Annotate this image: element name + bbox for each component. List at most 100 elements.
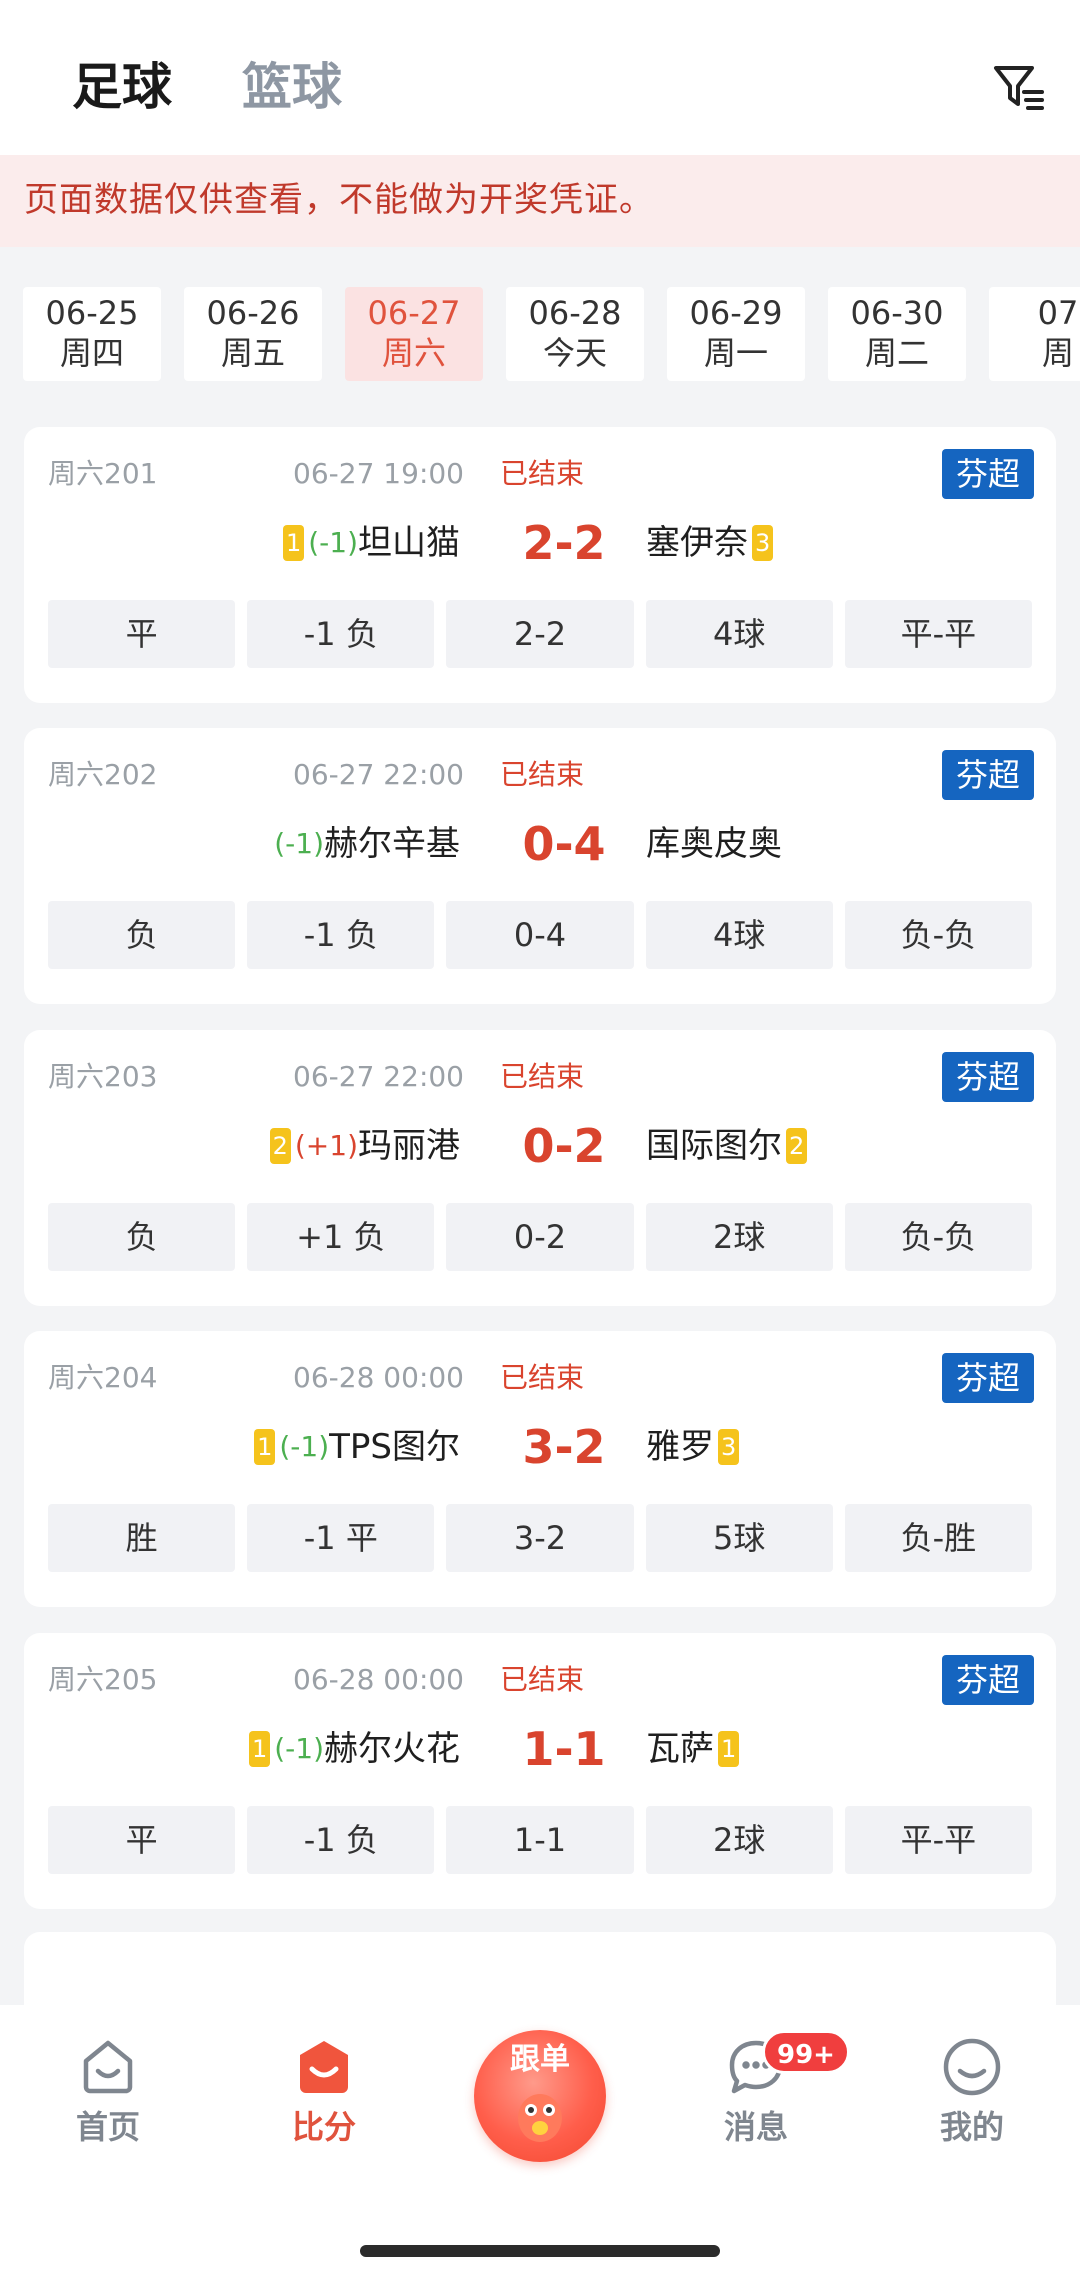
date-label: 06-29 — [689, 294, 783, 332]
date-label: 06-28 — [528, 294, 622, 332]
match-card[interactable]: 周六202 06-27 22:00 已结束 芬超 (-1) 赫尔辛基 0-4 库… — [24, 728, 1056, 1004]
away-team: 库奥皮奥 — [646, 816, 782, 872]
date-label: 06-25 — [45, 294, 139, 332]
away-team: 国际图尔 2 — [646, 1118, 811, 1174]
home-handicap: (-1) — [308, 526, 358, 559]
nav-home[interactable]: 首页 — [28, 2035, 188, 2147]
match-time: 06-28 00:00 — [293, 1663, 464, 1696]
match-status: 已结束 — [500, 457, 585, 490]
follow-mascot-icon — [518, 2094, 562, 2142]
teams-row: (-1) 赫尔辛基 0-4 库奥皮奥 — [24, 816, 1056, 872]
date-label: 07 — [1037, 294, 1079, 332]
match-time: 06-28 00:00 — [293, 1361, 464, 1394]
date-item[interactable]: 06-25 周四 — [23, 287, 161, 381]
league-badge: 芬超 — [941, 1655, 1034, 1705]
home-handicap: (-1) — [279, 1430, 330, 1463]
match-time: 06-27 22:00 — [293, 1060, 464, 1093]
away-rank-badge: 3 — [752, 525, 774, 561]
teams-row: 2 (+1) 玛丽港 0-2 国际图尔 2 — [24, 1118, 1056, 1174]
date-selector: 06-25 周四 06-26 周五 06-27 周六 06-28 今天 06-2… — [0, 287, 1080, 381]
result-cell: 负 — [48, 901, 236, 969]
match-card-partial[interactable] — [24, 1932, 1056, 2012]
result-cell: 负-负 — [844, 1203, 1033, 1271]
profile-icon — [943, 2038, 1001, 2096]
teams-row: 1 (-1) TPS图尔 3-2 雅罗 3 — [24, 1419, 1056, 1475]
date-label: 06-27 — [367, 294, 461, 332]
result-cell: 平 — [48, 1806, 236, 1874]
home-handicap: (-1) — [274, 827, 324, 860]
weekday-label: 今天 — [542, 334, 607, 372]
message-count-badge: 99+ — [762, 2030, 850, 2074]
away-team-name: 雅罗 — [646, 1427, 714, 1467]
date-item[interactable]: 06-30 周二 — [828, 287, 966, 381]
match-card[interactable]: 周六204 06-28 00:00 已结束 芬超 1 (-1) TPS图尔 3-… — [24, 1331, 1056, 1607]
match-number: 周六205 — [48, 1663, 158, 1696]
result-cell: 5球 — [645, 1504, 833, 1572]
match-card[interactable]: 周六201 06-27 19:00 已结束 芬超 1 (-1) 坦山猫 2-2 … — [24, 427, 1056, 703]
result-cell: 负 — [48, 1203, 236, 1271]
result-cell: -1 负 — [247, 1806, 435, 1874]
league-badge: 芬超 — [941, 750, 1034, 800]
nav-follow[interactable]: 跟单 — [474, 2030, 606, 2162]
match-status: 已结束 — [500, 758, 585, 791]
home-rank-badge: 1 — [248, 1731, 271, 1767]
date-item[interactable]: 07 周 — [989, 287, 1080, 381]
nav-label: 比分 — [291, 2108, 356, 2146]
result-cell: -1 负 — [247, 600, 435, 668]
result-row: 负 -1 负 0-4 4球 负-负 — [48, 901, 1033, 969]
match-score: 3-2 — [522, 1420, 606, 1474]
away-rank-badge: 1 — [718, 1731, 740, 1767]
home-rank-badge: 1 — [282, 525, 305, 561]
tab-basketball[interactable]: 篮球 — [242, 55, 342, 119]
away-rank-badge: 3 — [718, 1429, 740, 1465]
result-cell: -1 平 — [247, 1504, 435, 1572]
date-item[interactable]: 06-29 周一 — [667, 287, 805, 381]
home-rank-badge: 2 — [269, 1128, 291, 1164]
match-card[interactable]: 周六205 06-28 00:00 已结束 芬超 1 (-1) 赫尔火花 1-1… — [24, 1633, 1056, 1909]
weekday-label: 周五 — [220, 334, 285, 372]
home-icon — [83, 2040, 133, 2094]
result-cell: 2球 — [645, 1806, 833, 1874]
home-team: 1 (-1) 坦山猫 — [279, 515, 460, 571]
result-cell: 4球 — [645, 600, 833, 668]
result-cell: 0-2 — [446, 1203, 634, 1271]
match-score: 1-1 — [522, 1722, 606, 1776]
date-item-selected[interactable]: 06-27 周六 — [345, 287, 483, 381]
result-cell: 负-负 — [844, 901, 1033, 969]
nav-label: 我的 — [939, 2108, 1004, 2146]
home-team-name: 赫尔火花 — [324, 1729, 460, 1769]
result-cell: 平 — [48, 600, 236, 668]
match-number: 周六203 — [48, 1060, 158, 1093]
home-rank-badge: 1 — [254, 1429, 276, 1465]
league-badge: 芬超 — [941, 449, 1034, 499]
result-cell: 0-4 — [446, 901, 634, 969]
result-cell: 3-2 — [446, 1504, 634, 1572]
home-team-name: 玛丽港 — [358, 1126, 460, 1166]
nav-score[interactable]: 比分 — [244, 2035, 404, 2147]
match-card[interactable]: 周六203 06-27 22:00 已结束 芬超 2 (+1) 玛丽港 0-2 … — [24, 1030, 1056, 1306]
result-row: 负 +1 负 0-2 2球 负-负 — [48, 1203, 1033, 1271]
away-team-name: 塞伊奈 — [646, 523, 748, 563]
tab-football[interactable]: 足球 — [72, 55, 172, 119]
nav-profile[interactable]: 我的 — [892, 2035, 1052, 2147]
date-item[interactable]: 06-26 周五 — [184, 287, 322, 381]
filter-icon[interactable] — [992, 60, 1046, 114]
away-team: 瓦萨 1 — [646, 1721, 743, 1777]
match-time: 06-27 22:00 — [293, 758, 464, 791]
disclaimer-text: 页面数据仅供查看，不能做为开奖凭证。 — [24, 180, 654, 220]
result-cell: 平-平 — [844, 600, 1033, 668]
away-team: 塞伊奈 3 — [646, 515, 777, 571]
match-number: 周六204 — [48, 1361, 158, 1394]
home-team: 1 (-1) TPS图尔 — [250, 1419, 460, 1475]
home-team-name: TPS图尔 — [329, 1427, 460, 1467]
league-badge: 芬超 — [941, 1353, 1034, 1403]
bottom-tab-bar: 首页 比分 跟单 消息 99+ 我的 — [0, 2005, 1080, 2279]
result-cell: 1-1 — [446, 1806, 634, 1874]
nav-label: 消息 — [723, 2108, 788, 2146]
result-cell: 负-胜 — [844, 1504, 1033, 1572]
top-header: 足球 篮球 — [0, 0, 1080, 155]
match-number: 周六202 — [48, 758, 158, 791]
date-item[interactable]: 06-28 今天 — [506, 287, 644, 381]
disclaimer-banner: 页面数据仅供查看，不能做为开奖凭证。 — [0, 155, 1080, 247]
date-label: 06-26 — [206, 294, 300, 332]
